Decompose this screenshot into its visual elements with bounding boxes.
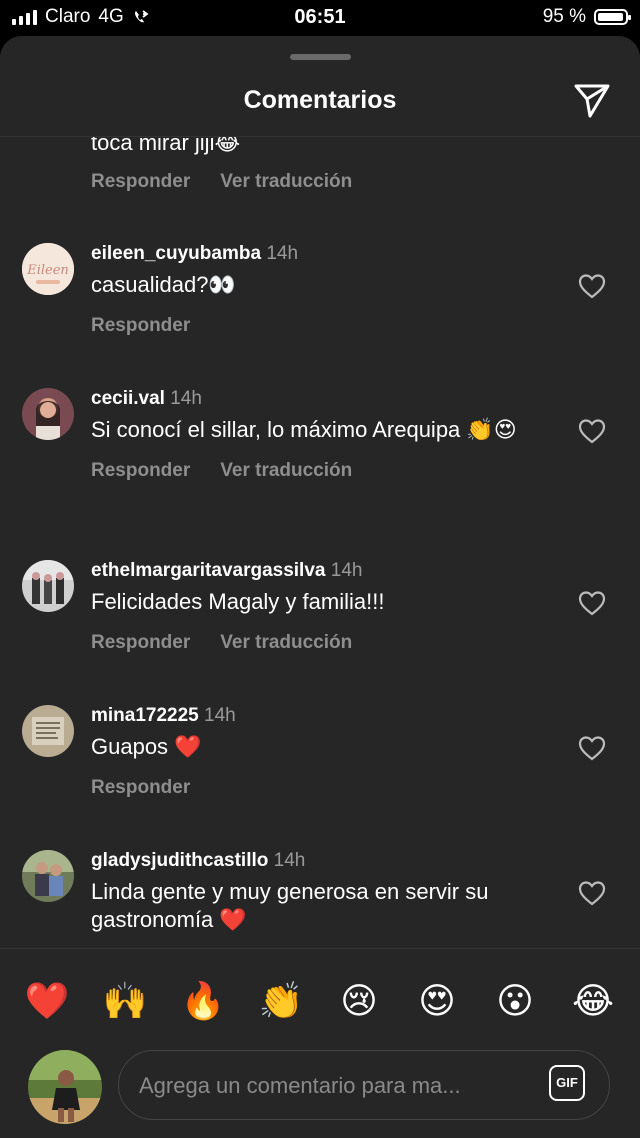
page-title: Comentarios: [243, 86, 397, 114]
emoji-clap-button[interactable]: 👏: [253, 980, 309, 1022]
reply-button[interactable]: Responder: [91, 460, 190, 482]
comment-text: Linda gente y muy generosa en servir su …: [91, 879, 489, 932]
comment-text: toca mirar jiji😂: [91, 137, 241, 155]
like-heart-icon[interactable]: [578, 880, 606, 906]
emoji-cry-button[interactable]: 😢: [331, 980, 387, 1022]
comment-text: Guapos ❤️: [91, 734, 202, 759]
comment-username[interactable]: eileen_cuyubamba: [91, 243, 261, 264]
comment-text: Felicidades Magaly y familia!!!: [91, 589, 385, 614]
emoji-heart-button[interactable]: ❤️: [19, 980, 75, 1022]
comment-actions: Responder Ver traducción: [91, 171, 561, 193]
reply-button[interactable]: Responder: [91, 171, 190, 193]
comment-body: toca mirar jiji😂 Responder Ver traducció…: [91, 137, 561, 193]
avatar[interactable]: [22, 388, 74, 440]
comment-username[interactable]: gladysjudithcastillo: [91, 850, 268, 871]
emoji-surprised-button[interactable]: 😮: [487, 980, 543, 1022]
comment-body: gladysjudithcastillo 14h Linda gente y m…: [91, 850, 561, 934]
comment-username[interactable]: ethelmargaritavargassilva: [91, 560, 325, 581]
reply-button[interactable]: Responder: [91, 632, 190, 654]
like-heart-icon[interactable]: [578, 273, 606, 299]
like-heart-icon[interactable]: [578, 590, 606, 616]
quick-emoji-bar: ❤️ 🙌 🔥 👏 😢 😍 😮 😂: [0, 948, 640, 1052]
svg-text:Eileen: Eileen: [26, 263, 69, 278]
comment-composer: Agrega un comentario para ma... GIF: [0, 1048, 640, 1138]
comment-text: casualidad?👀: [91, 272, 236, 297]
comment-actions: Responder: [91, 315, 561, 337]
like-heart-icon[interactable]: [578, 735, 606, 761]
avatar[interactable]: [22, 705, 74, 757]
comment-meta: gladysjudithcastillo 14h: [91, 850, 561, 872]
comment-time: 14h: [266, 243, 299, 264]
emoji-raised-hands-button[interactable]: 🙌: [97, 980, 153, 1022]
comment-body: cecii.val 14h Si conocí el sillar, lo má…: [91, 388, 561, 482]
comment-meta: cecii.val 14h: [91, 388, 561, 410]
comment-actions: Responder: [91, 777, 561, 799]
avatar[interactable]: Eileen: [22, 243, 74, 295]
see-translation-button[interactable]: Ver traducción: [220, 460, 352, 482]
avatar[interactable]: [22, 560, 74, 612]
sheet-grabber[interactable]: [290, 54, 351, 60]
see-translation-button[interactable]: Ver traducción: [220, 632, 352, 654]
see-translation-button[interactable]: Ver traducción: [220, 171, 352, 193]
emoji-laugh-button[interactable]: 😂: [565, 980, 621, 1022]
comment-meta: mina172225 14h: [91, 705, 561, 727]
sheet-header: Comentarios: [0, 36, 640, 137]
comment-body: ethelmargaritavargassilva 14h Felicidade…: [91, 560, 561, 654]
comment-text: Si conocí el sillar, lo máximo Arequipa …: [91, 417, 517, 442]
comment-actions: Responder Ver traducción: [91, 460, 561, 482]
comment-list[interactable]: toca mirar jiji😂 Responder Ver traducció…: [0, 137, 640, 948]
send-icon[interactable]: [572, 80, 612, 120]
comment-username[interactable]: cecii.val: [91, 388, 165, 409]
comment-username[interactable]: mina172225: [91, 705, 199, 726]
comment-meta: ethelmargaritavargassilva 14h: [91, 560, 561, 582]
comment-time: 14h: [170, 388, 202, 409]
avatar[interactable]: [22, 850, 74, 902]
comment-body: eileen_cuyubamba 14h casualidad?👀 Respon…: [91, 243, 561, 337]
comment-meta: eileen_cuyubamba 14h: [91, 243, 561, 265]
battery-fill: [598, 13, 623, 21]
status-right: 95 %: [542, 6, 631, 28]
gif-button[interactable]: GIF: [549, 1065, 585, 1101]
comment-time: 14h: [273, 850, 306, 871]
reply-button[interactable]: Responder: [91, 315, 190, 337]
comment-body: mina172225 14h Guapos ❤️ Responder: [91, 705, 561, 799]
comment-time: 14h: [330, 560, 363, 581]
status-bar: Claro 4G 06:51 95 %: [0, 0, 640, 36]
battery-percent: 95 %: [542, 6, 586, 27]
comment-input[interactable]: Agrega un comentario para ma... GIF: [118, 1050, 610, 1120]
reply-button[interactable]: Responder: [91, 777, 190, 799]
comment-actions: Responder Ver traducción: [91, 632, 561, 654]
comment-input-placeholder: Agrega un comentario para ma...: [139, 1073, 461, 1098]
like-heart-icon[interactable]: [578, 418, 606, 444]
comments-sheet: Comentarios toca mirar jiji😂 Responder V…: [0, 36, 640, 1138]
my-avatar[interactable]: [28, 1050, 102, 1124]
emoji-fire-button[interactable]: 🔥: [175, 980, 231, 1022]
comment-time: 14h: [204, 705, 236, 726]
emoji-heart-eyes-button[interactable]: 😍: [409, 980, 465, 1022]
battery-icon: [594, 9, 631, 25]
